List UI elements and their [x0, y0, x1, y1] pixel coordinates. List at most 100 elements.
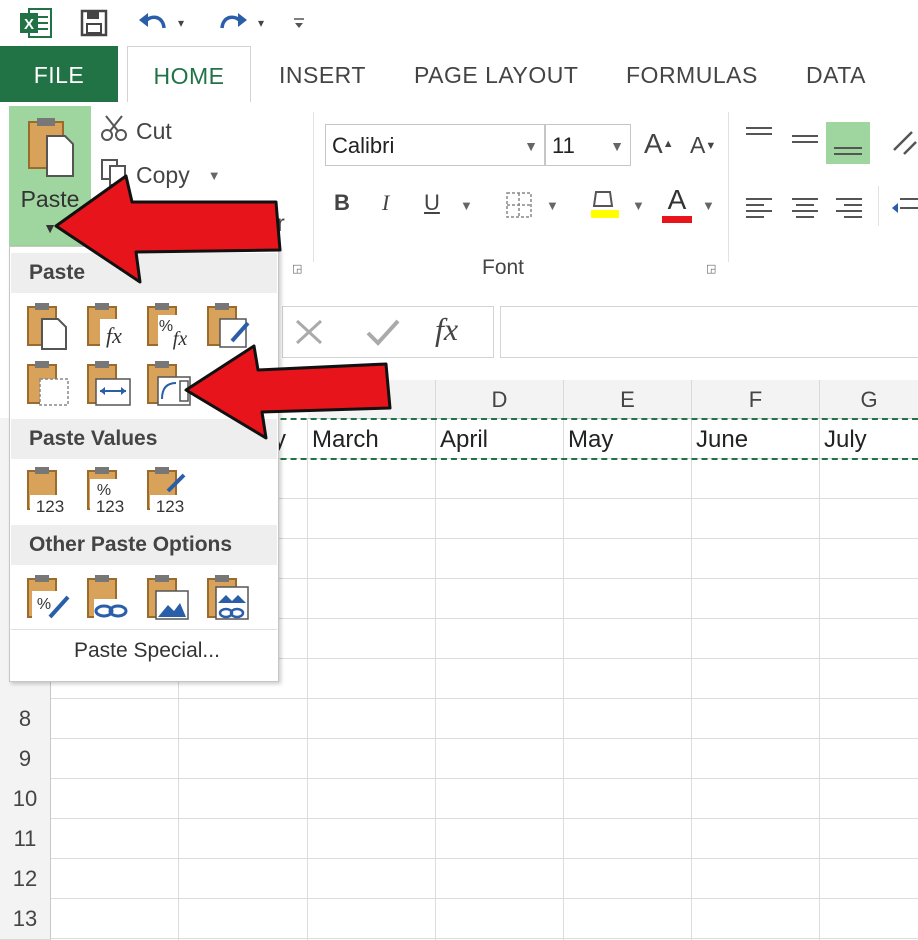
align-left-icon[interactable]: [744, 196, 774, 225]
orientation-icon[interactable]: [890, 128, 918, 163]
align-right-icon[interactable]: [834, 196, 864, 225]
tab-file[interactable]: FILE: [0, 46, 118, 102]
insert-function-button[interactable]: fx: [435, 311, 458, 348]
customize-icon[interactable]: [290, 6, 308, 40]
save-icon[interactable]: [76, 6, 112, 40]
values-number-format-icon[interactable]: % 123: [84, 465, 132, 516]
grow-icon: ▲: [662, 138, 674, 150]
clipboard-launcher-icon[interactable]: ◲: [292, 262, 302, 275]
cell-d1[interactable]: April: [436, 420, 488, 460]
font-size-value: 11: [552, 133, 575, 158]
cut-button[interactable]: Cut: [100, 114, 172, 148]
chevron-down-icon: ▼: [610, 138, 624, 154]
paste-values-icon[interactable]: 123: [24, 465, 72, 516]
cut-label: Cut: [136, 117, 172, 144]
font-color-label: A: [667, 184, 687, 215]
redo-dropdown-icon[interactable]: ▾: [254, 6, 268, 40]
align-top-icon[interactable]: [744, 124, 774, 153]
row-header[interactable]: 11: [0, 819, 51, 860]
grow-font-button[interactable]: A ▲: [644, 128, 674, 160]
undo-dropdown-icon[interactable]: ▾: [174, 6, 188, 40]
grid-line: [50, 898, 918, 899]
font-color-dropdown-icon[interactable]: ▼: [702, 198, 715, 213]
quick-access-toolbar: X ▾ ▾: [0, 0, 918, 46]
font-name-value: Calibri: [332, 133, 395, 158]
other-paste-options-header: Other Paste Options: [11, 525, 277, 565]
red-arrow-annotation: [50, 168, 290, 303]
grid-line: [50, 818, 918, 819]
cell-g1[interactable]: July: [820, 420, 867, 460]
paste-icon[interactable]: [24, 301, 72, 351]
row-header[interactable]: 12: [0, 859, 51, 900]
font-size-select[interactable]: 11 ▼: [545, 124, 631, 166]
svg-text:%: %: [159, 318, 173, 335]
cell-f1[interactable]: June: [692, 420, 748, 460]
svg-text:123: 123: [156, 497, 184, 515]
font-launcher-icon[interactable]: ◲: [706, 262, 716, 275]
ribbon-tabs: FILE HOME INSERT PAGE LAYOUT FORMULAS DA…: [0, 46, 918, 104]
group-divider: [728, 112, 729, 262]
svg-text:X: X: [24, 16, 34, 33]
paste-special-menu-item[interactable]: Paste Special...: [74, 639, 220, 663]
formatting-icon[interactable]: %: [24, 573, 72, 623]
tab-page-layout[interactable]: PAGE LAYOUT: [414, 46, 578, 102]
shrink-font-button[interactable]: A ▼: [690, 132, 716, 159]
grid-line: [50, 778, 918, 779]
grid-line: [691, 418, 692, 940]
paste-link-icon[interactable]: [84, 573, 132, 623]
fill-color-dropdown-icon[interactable]: ▼: [632, 198, 645, 213]
borders-icon[interactable]: [506, 192, 532, 223]
font-color-swatch: [662, 216, 692, 223]
column-header[interactable]: F: [692, 380, 820, 419]
underline-button[interactable]: U: [424, 190, 440, 216]
svg-text:fx: fx: [106, 323, 122, 348]
undo-icon[interactable]: [134, 6, 172, 40]
row-header[interactable]: 10: [0, 779, 51, 820]
picture-icon[interactable]: [144, 573, 192, 623]
menu-divider: [11, 629, 277, 630]
tab-data[interactable]: DATA: [806, 46, 866, 102]
column-header[interactable]: G: [820, 380, 918, 419]
borders-dropdown-icon[interactable]: ▼: [546, 198, 559, 213]
tab-home[interactable]: HOME: [127, 46, 251, 104]
grid-line: [50, 858, 918, 859]
underline-dropdown-icon[interactable]: ▼: [460, 198, 473, 213]
row-header[interactable]: 13: [0, 899, 51, 940]
align-center-icon[interactable]: [790, 196, 820, 225]
decrease-indent-icon[interactable]: [890, 196, 918, 225]
svg-text:%: %: [37, 596, 51, 613]
fill-color-icon[interactable]: [588, 186, 622, 225]
formula-input[interactable]: [500, 306, 918, 358]
column-header[interactable]: E: [564, 380, 692, 419]
grow-font-label: A: [644, 128, 663, 159]
grid-line: [819, 418, 820, 940]
cell-e1[interactable]: May: [564, 420, 613, 460]
align-middle-icon[interactable]: [790, 130, 820, 159]
row-header[interactable]: 9: [0, 739, 51, 780]
font-name-select[interactable]: Calibri ▼: [325, 124, 545, 166]
linked-picture-icon[interactable]: [204, 573, 252, 623]
row-header[interactable]: 8: [0, 699, 51, 740]
bold-button[interactable]: B: [334, 190, 350, 216]
redo-icon[interactable]: [214, 6, 252, 40]
svg-text:123: 123: [96, 497, 124, 515]
tab-insert[interactable]: INSERT: [279, 46, 366, 102]
shrink-font-label: A: [690, 132, 706, 158]
chevron-down-icon: ▼: [524, 138, 538, 154]
align-bottom-icon[interactable]: [826, 122, 870, 164]
group-divider: [878, 186, 879, 226]
column-header[interactable]: D: [436, 380, 564, 419]
paste-formulas-icon[interactable]: fx: [84, 301, 132, 351]
tab-formulas[interactable]: FORMULAS: [626, 46, 758, 102]
shrink-icon: ▼: [705, 139, 717, 152]
grid-line: [50, 698, 918, 699]
grid-line: [50, 938, 918, 939]
italic-button[interactable]: I: [382, 190, 389, 216]
grid-line: [435, 418, 436, 940]
keep-column-widths-icon[interactable]: [84, 359, 132, 409]
group-divider: [313, 112, 314, 262]
scissors-icon: [100, 114, 132, 148]
no-borders-icon[interactable]: [24, 359, 72, 409]
font-color-icon[interactable]: A: [660, 184, 694, 223]
values-source-formatting-icon[interactable]: 123: [144, 465, 192, 516]
